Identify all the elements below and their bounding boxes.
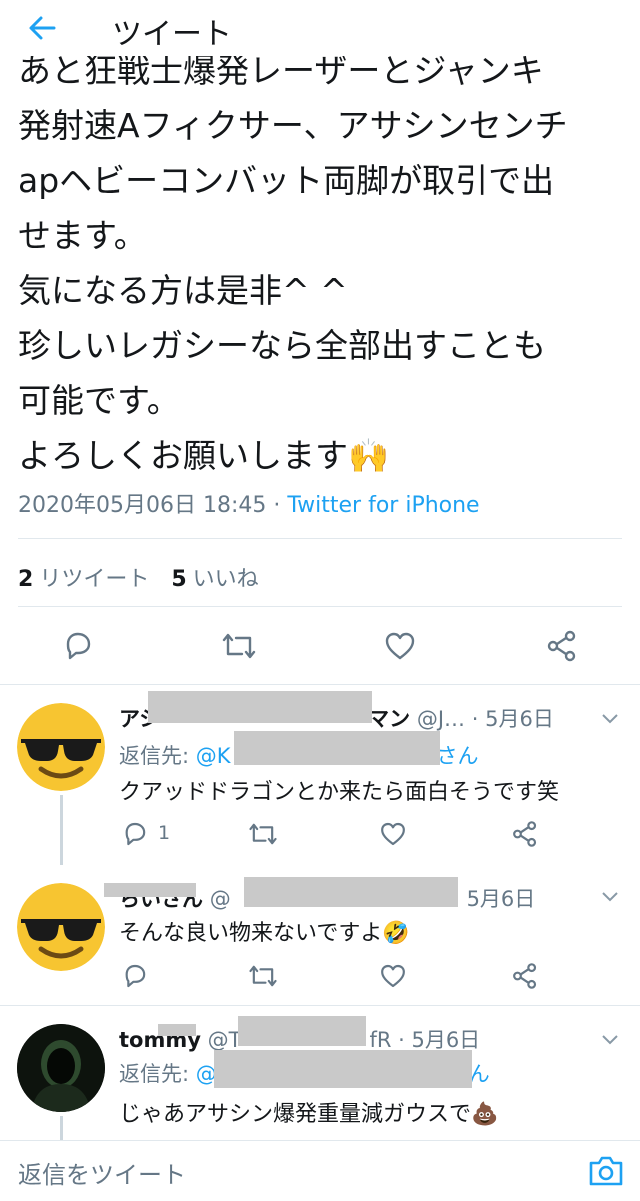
avatar-sunglasses-emoji[interactable] [17, 703, 105, 791]
retweet-label: リツイート [39, 567, 150, 592]
tweet-line: 気になる方は是非^ ^ [18, 271, 348, 310]
reply-to-suffix: さん [436, 744, 479, 768]
thread-line [60, 1116, 63, 1140]
share-icon[interactable] [510, 961, 540, 991]
reply-item[interactable]: アシ マン @J… · 5月6日 返信先: @K さん クアッドドラゴンとか来たら面… [0, 685, 640, 865]
tweet-timestamp: 2020年05月06日 18:45 [18, 493, 267, 518]
redaction [148, 691, 372, 723]
reply-to-label: 返信先: [119, 744, 196, 768]
top-bar: ツイート [0, 0, 640, 56]
page-title: ツイート [112, 17, 232, 52]
reply-handle: @T [207, 1028, 242, 1052]
share-icon[interactable] [544, 628, 580, 664]
camera-icon[interactable] [586, 1151, 626, 1191]
divider [18, 538, 622, 539]
tweet-body: 発射速Aフィクサー、アサシンセンチ apヘビーコンバット両脚が取引で出 せます。… [18, 98, 624, 483]
avatar-sunglasses-emoji[interactable] [17, 883, 105, 971]
redaction [104, 883, 196, 897]
redaction [238, 1016, 366, 1046]
avatar-dark-figure[interactable] [17, 1024, 105, 1112]
chevron-down-icon[interactable] [598, 707, 622, 731]
reply-item[interactable]: tommy @T fR · 5月6日 返信先: @ ん じゃあアサシン爆発重量減ガウ… [0, 1006, 640, 1140]
reply-date: · 5月6日 [398, 1028, 481, 1052]
hooded-figure-icon [17, 1024, 105, 1112]
tweet-line: apヘビーコンバット両脚が取引で出 [18, 161, 555, 200]
reply-icon[interactable] [120, 961, 150, 991]
redaction [244, 877, 458, 907]
like-count: 5 [171, 567, 187, 592]
divider [18, 606, 622, 607]
reply-icon[interactable] [60, 628, 96, 664]
reply-author-name-end: マン [368, 707, 411, 731]
tweet-source-link[interactable]: Twitter for iPhone [287, 493, 479, 518]
retweets-stat[interactable]: 2 リツイート [18, 567, 149, 592]
tweet-line: 可能です。 [18, 381, 180, 420]
tweet-line: 発射速Aフィクサー、アサシンセンチ [18, 106, 568, 145]
reply-handle-end: fR [369, 1028, 392, 1052]
tweet-line: よろしくお願いします🙌 [18, 436, 390, 475]
like-icon[interactable] [382, 628, 418, 664]
reply-handle: @J… [416, 707, 466, 731]
tweet-line: 珍しいレガシーなら全部出すことも [18, 326, 546, 365]
sunglasses-face-icon [17, 883, 105, 971]
tweet-line: せます。 [18, 216, 147, 255]
back-arrow-icon[interactable] [24, 10, 60, 46]
reply-compose-bar[interactable]: 返信をツイート [0, 1140, 640, 1201]
chevron-down-icon[interactable] [598, 885, 622, 909]
reply-to-label: 返信先: [119, 1062, 196, 1086]
reply-handle: @ [209, 887, 231, 911]
sunglasses-face-icon [17, 703, 105, 791]
thread-line [60, 795, 63, 865]
reply-text: クアッドドラゴンとか来たら面白そうです笑 [119, 780, 560, 805]
tweet-meta: 2020年05月06日 18:45 · Twitter for iPhone [18, 487, 480, 519]
reply-date: · 5月6日 [453, 887, 536, 911]
reply-text: そんな良い物来ないですよ🤣 [119, 921, 410, 946]
retweet-count: 2 [18, 567, 34, 592]
reply-text: じゃあアサシン爆発重量減ガウスで💩 [119, 1102, 499, 1127]
like-icon[interactable] [378, 961, 408, 991]
reply-date: · 5月6日 [471, 707, 554, 731]
chevron-down-icon[interactable] [598, 1028, 622, 1052]
reply-to-handle[interactable]: @K [196, 744, 231, 768]
tweet-stats: 2 リツイート 5 いいね [18, 561, 259, 593]
reply-icon[interactable] [120, 819, 150, 849]
reply-item[interactable]: らいさん @l · 5月6日 そんな良い物来ないですよ🤣 [0, 863, 640, 1005]
redaction [158, 1024, 196, 1036]
likes-stat[interactable]: 5 いいね [171, 567, 258, 592]
like-icon[interactable] [378, 819, 408, 849]
retweet-icon[interactable] [247, 819, 279, 849]
meta-separator: · [266, 493, 288, 518]
redaction [214, 1050, 472, 1088]
reply-compose-input[interactable]: 返信をツイート [18, 1155, 186, 1190]
share-icon[interactable] [510, 819, 540, 849]
tweet-text-partial: あと狂戦士爆発レーザーとジャンキ [0, 56, 640, 89]
redaction [234, 731, 440, 765]
retweet-icon[interactable] [220, 628, 258, 664]
tweet-line-partial: あと狂戦士爆発レーザーとジャンキ [18, 56, 544, 89]
reply-count: 1 [158, 822, 171, 844]
like-label: いいね [192, 567, 259, 592]
retweet-icon[interactable] [247, 961, 279, 991]
tweet-actions [0, 626, 640, 666]
